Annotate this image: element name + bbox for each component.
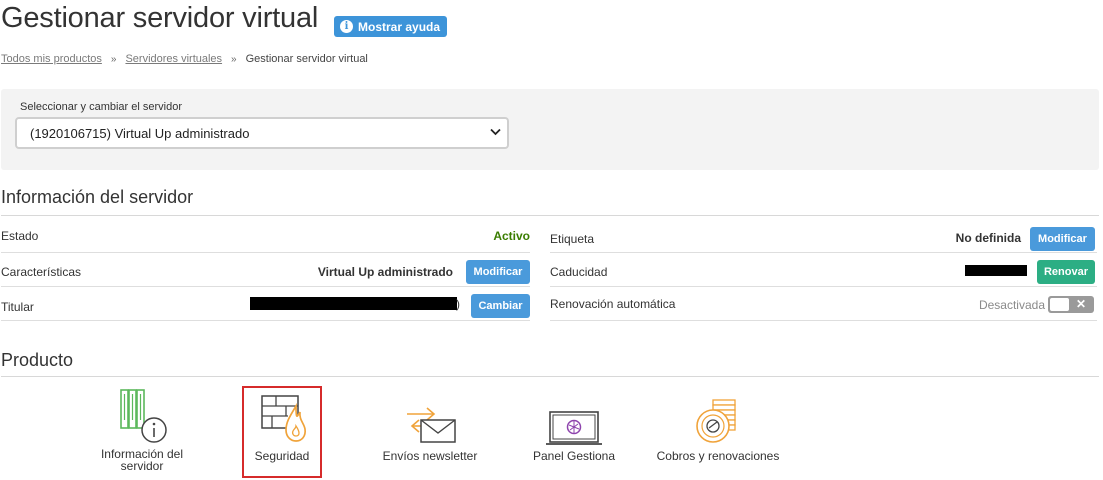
features-value: Virtual Up administrado xyxy=(317,265,453,279)
tile-label: servidor xyxy=(120,459,164,473)
info-row-holder: Titular ) Cambiar xyxy=(1,287,530,321)
expiry-label: Caducidad xyxy=(550,265,608,279)
tile-server-info[interactable]: Información del servidor xyxy=(92,384,192,472)
server-selector-label: Seleccionar y cambiar el servidor xyxy=(20,101,183,113)
product-divider xyxy=(1,376,1099,377)
toggle-knob xyxy=(1050,298,1069,311)
breadcrumb-virtual-servers[interactable]: Servidores virtuales xyxy=(125,53,222,65)
info-row-tag: Etiqueta No definida Modificar xyxy=(550,219,1097,253)
redacted-holder xyxy=(250,297,457,310)
server-info-title: Información del servidor xyxy=(1,187,194,207)
breadcrumb: Todos mis productos » Servidores virtual… xyxy=(1,53,368,65)
tile-security[interactable]: Seguridad xyxy=(244,384,320,462)
autorenew-label: Renovación automática xyxy=(550,297,676,311)
coins-renewal-icon xyxy=(696,399,736,443)
tag-label: Etiqueta xyxy=(550,232,595,246)
renew-button[interactable]: Renovar xyxy=(1037,260,1095,284)
tile-newsletter[interactable]: Envíos newsletter xyxy=(375,384,485,462)
tile-label: Envíos newsletter xyxy=(382,449,478,463)
tile-label: Panel Gestiona xyxy=(532,449,616,463)
info-row-expiry: Caducidad Renovar xyxy=(550,253,1097,287)
autorenew-value: Desactivada xyxy=(978,298,1045,312)
product-title: Producto xyxy=(1,350,74,370)
info-icon: i xyxy=(340,20,353,33)
features-label: Características xyxy=(1,265,82,279)
server-info-left: Estado Activo Características Virtual Up… xyxy=(1,219,530,321)
server-info-divider xyxy=(1,215,1099,216)
status-value: Activo xyxy=(493,229,530,243)
breadcrumb-all-products[interactable]: Todos mis productos xyxy=(1,53,102,65)
server-info-right: Etiqueta No definida Modificar Caducidad… xyxy=(550,219,1097,321)
breadcrumb-current: Gestionar servidor virtual xyxy=(245,53,368,65)
show-help-button[interactable]: i Mostrar ayuda xyxy=(334,16,448,37)
modify-tag-button[interactable]: Modificar xyxy=(1030,227,1095,251)
monitor-panel-icon xyxy=(546,411,602,445)
tile-panel-gestiona[interactable]: Panel Gestiona xyxy=(524,384,624,462)
redacted-expiry xyxy=(965,265,1027,276)
info-row-status: Estado Activo xyxy=(1,219,530,253)
breadcrumb-separator: » xyxy=(110,53,117,65)
info-row-features: Características Virtual Up administrado … xyxy=(1,253,530,287)
info-row-autorenew: Renovación automática Desactivada ✕ xyxy=(550,287,1097,321)
newsletter-icon xyxy=(407,407,456,443)
change-holder-button[interactable]: Cambiar xyxy=(471,294,530,318)
tile-billing-renewals[interactable]: Cobros y renovaciones xyxy=(648,384,788,462)
close-icon: ✕ xyxy=(1075,297,1086,311)
tile-label: Seguridad xyxy=(254,449,310,463)
tag-value: No definida xyxy=(955,231,1021,245)
page-title: Gestionar servidor virtual xyxy=(1,2,319,34)
server-select[interactable]: (1920106715) Virtual Up administrado xyxy=(15,117,509,149)
server-selector-panel: Seleccionar y cambiar el servidor (19201… xyxy=(1,89,1099,170)
show-help-label: Mostrar ayuda xyxy=(358,19,441,34)
holder-label: Titular xyxy=(1,300,34,314)
status-label: Estado xyxy=(1,229,39,243)
breadcrumb-separator: » xyxy=(231,53,237,65)
chevron-down-icon xyxy=(490,128,501,136)
modify-features-button[interactable]: Modificar xyxy=(466,260,530,284)
tile-label: Cobros y renovaciones xyxy=(656,449,780,463)
holder-value: ) xyxy=(456,297,460,311)
server-info-icon xyxy=(120,389,167,443)
firewall-icon xyxy=(261,395,306,442)
autorenew-toggle[interactable]: ✕ xyxy=(1048,296,1094,313)
server-select-value: (1920106715) Virtual Up administrado xyxy=(30,125,250,141)
